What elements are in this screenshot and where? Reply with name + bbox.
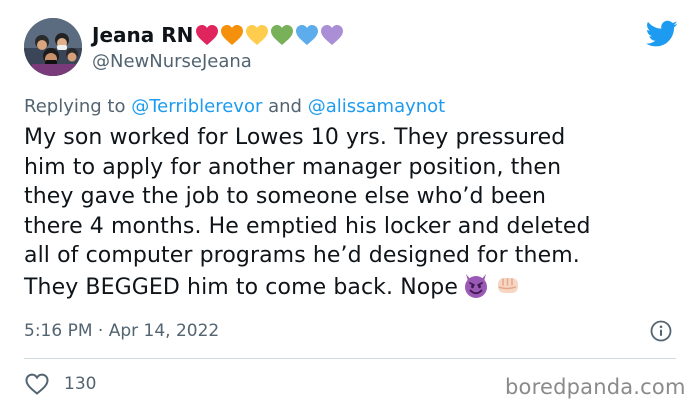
- smiling-devil-emoji: [462, 271, 490, 299]
- tweet-line: him to apply for another manager positio…: [24, 154, 562, 180]
- tweet-timestamp[interactable]: 5:16 PM · Apr 14, 2022: [24, 319, 219, 343]
- red-heart-icon: [196, 25, 219, 45]
- tweet-line: they gave the job to someone else who’d …: [24, 184, 547, 209]
- blue-heart-icon: [296, 25, 319, 45]
- purple-heart-icon: [321, 25, 344, 45]
- orange-heart-icon: [221, 25, 244, 45]
- replying-to-conjunction: and: [268, 96, 302, 117]
- twitter-bird-icon[interactable]: [646, 20, 678, 48]
- tweet-last-line: They BEGGED him to come back. Nope: [24, 271, 684, 303]
- tweet-line: all of computer programs he’d designed f…: [24, 243, 580, 268]
- fist-emoji: [494, 271, 522, 299]
- green-heart-icon: [271, 25, 294, 45]
- divider: [24, 358, 676, 359]
- yellow-heart-icon: [246, 25, 269, 45]
- mention-link-1[interactable]: @Terriblerevor: [131, 96, 262, 117]
- tweet-line: there 4 months. He emptied his locker an…: [24, 213, 591, 239]
- display-name-text: Jeana RN: [92, 23, 194, 47]
- replying-to: Replying to @Terriblerevor and @alissama…: [24, 95, 445, 119]
- mention-link-2[interactable]: @alissamaynot: [308, 96, 446, 117]
- tweet-line: My son worked for Lowes 10 yrs. They pre…: [24, 125, 566, 150]
- heart-emojis: [195, 24, 344, 46]
- like-count: 130: [64, 374, 97, 394]
- info-icon[interactable]: [650, 320, 672, 342]
- display-name[interactable]: Jeana RN: [92, 22, 344, 48]
- user-handle[interactable]: @NewNurseJeana: [92, 50, 252, 74]
- tweet-text: My son worked for Lowes 10 yrs. They pre…: [24, 123, 684, 302]
- avatar[interactable]: [24, 18, 82, 76]
- heart-outline-icon: [25, 373, 49, 395]
- replying-to-prefix: Replying to: [24, 96, 126, 117]
- watermark: boredpanda.com: [505, 375, 686, 399]
- group-photo-avatar: [24, 18, 82, 76]
- like-button[interactable]: 130: [24, 372, 96, 396]
- tweet-line: They BEGGED him to come back. Nope: [24, 274, 459, 300]
